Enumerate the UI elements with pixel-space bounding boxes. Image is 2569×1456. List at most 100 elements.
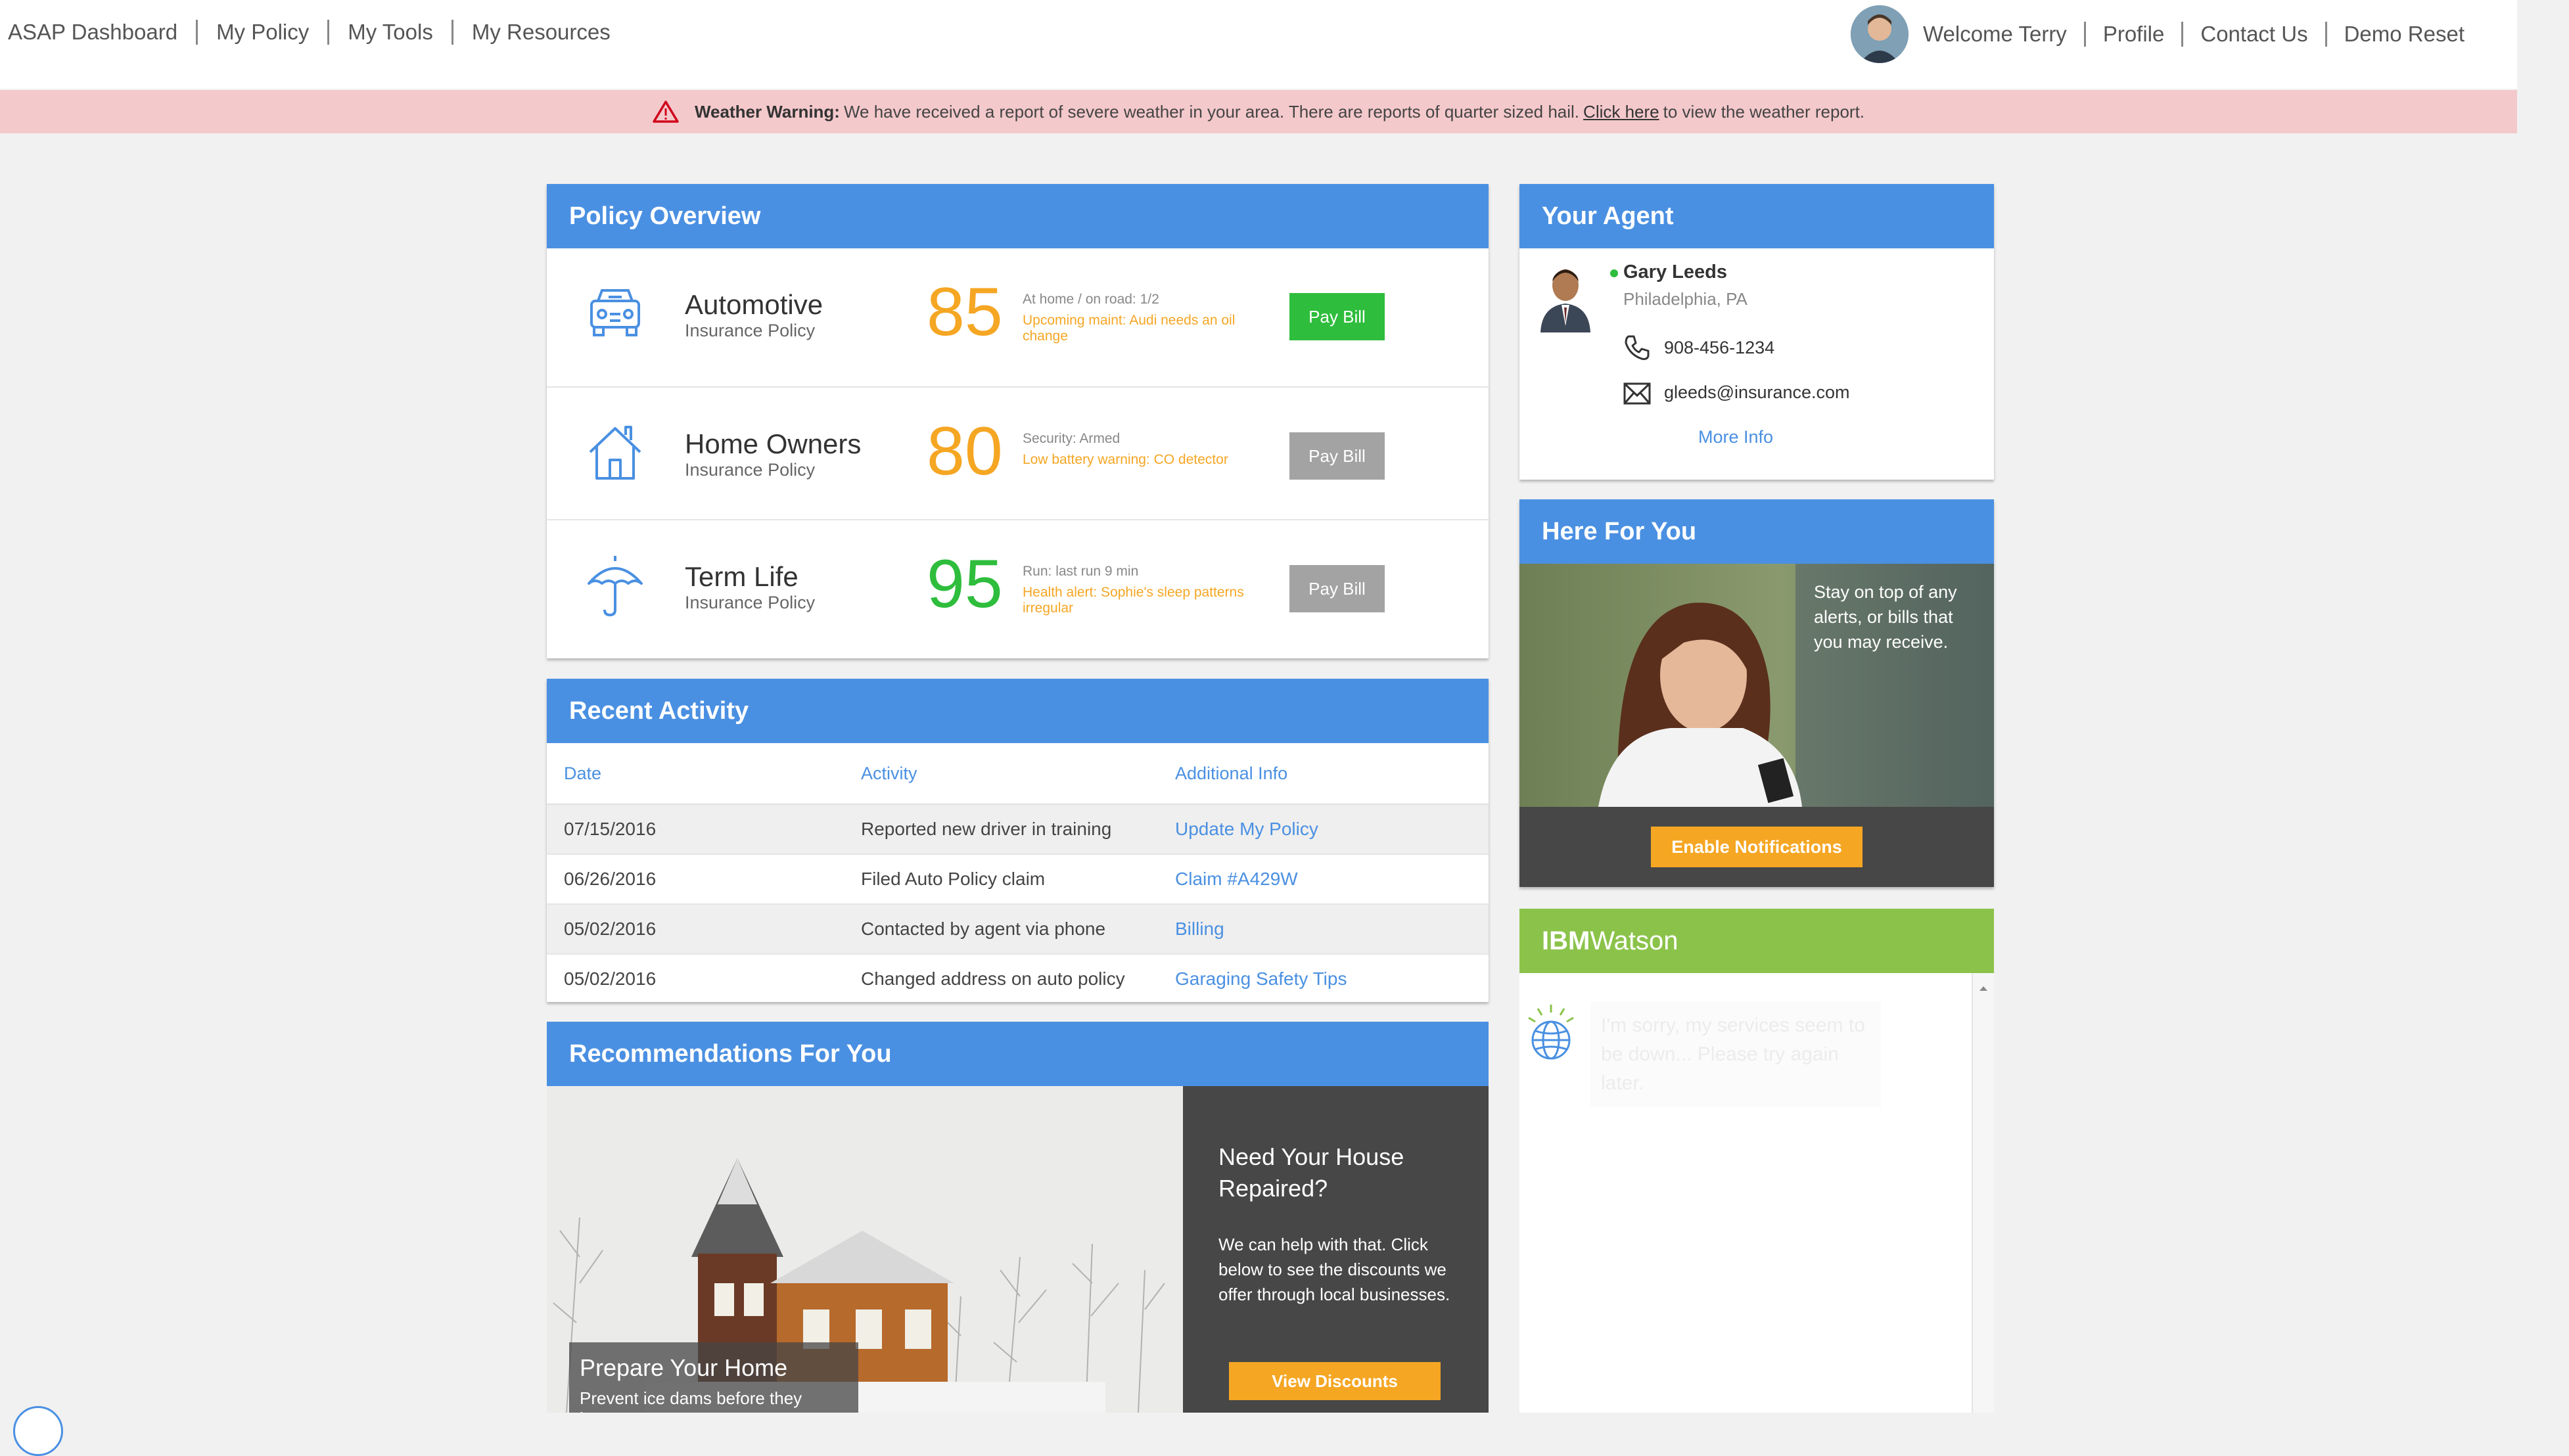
nav-asap-dashboard[interactable]: ASAP Dashboard [8, 20, 177, 45]
pay-bill-button[interactable]: Pay Bill [1289, 293, 1385, 340]
nav-divider [2325, 22, 2327, 47]
scroll-up-icon[interactable] [1979, 985, 1988, 991]
help-chat-icon[interactable] [13, 1406, 63, 1456]
policy-type: Insurance Policy [685, 460, 816, 480]
cell-activity: Reported new driver in training [861, 819, 1112, 839]
nav-my-policy[interactable]: My Policy [216, 20, 309, 45]
agent-name: Gary Leeds [1623, 262, 1727, 283]
column-activity: Activity [861, 763, 917, 783]
your-agent-card: Your Agent Gary Leeds Philadelphia, PA 9… [1519, 184, 1994, 480]
agent-email[interactable]: gleeds@insurance.com [1664, 382, 1850, 403]
policy-score: 80 [927, 413, 1003, 489]
watson-title-ibm: IBM [1542, 926, 1590, 955]
recommendation-caption: Prepare Your Home Prevent ice dams befor… [569, 1342, 858, 1413]
policy-type: Insurance Policy [685, 593, 816, 612]
agent-phone[interactable]: 908-456-1234 [1664, 338, 1774, 358]
house-icon [589, 426, 641, 480]
main-nav: ASAP Dashboard My Policy My Tools My Res… [8, 20, 611, 45]
cell-activity: Changed address on auto policy [861, 968, 1125, 989]
email-icon [1623, 382, 1651, 405]
watson-header: IBM Watson [1519, 909, 1994, 973]
policy-overview-card: Policy Overview Automotive Insurance Pol… [547, 184, 1489, 658]
warning-suffix: to view the weather report. [1663, 101, 1865, 122]
recommendations-title: Recommendations For You [547, 1022, 1489, 1086]
column-additional-info: Additional Info [1175, 763, 1288, 783]
policy-alert: Low battery warning: CO detector [1023, 452, 1228, 467]
nav-divider [2181, 22, 2184, 47]
more-info-link[interactable]: More Info [1698, 427, 1773, 447]
top-navigation: ASAP Dashboard My Policy My Tools My Res… [0, 0, 2517, 89]
nav-profile[interactable]: Profile [2103, 22, 2165, 47]
phone-icon [1625, 335, 1650, 360]
caption-subtitle: Prevent ice dams before they happen. [580, 1388, 802, 1413]
watson-logo-icon [1528, 1005, 1574, 1060]
pay-bill-button[interactable]: Pay Bill [1289, 565, 1385, 612]
column-date: Date [564, 763, 602, 783]
nav-divider [196, 20, 198, 45]
recent-activity-title: Recent Activity [547, 679, 1489, 743]
table-row: 07/15/2016 Reported new driver in traini… [547, 805, 1489, 855]
nav-contact-us[interactable]: Contact Us [2200, 22, 2307, 47]
cell-link[interactable]: Billing [1175, 919, 1224, 940]
weather-report-link[interactable]: Click here [1583, 102, 1659, 122]
chat-scrollbar[interactable] [1972, 973, 1994, 1413]
policy-row-term-life: Term Life Insurance Policy 95 Run: last … [547, 520, 1489, 657]
policy-name: Term Life [685, 561, 798, 592]
cell-link[interactable]: Claim #A429W [1175, 869, 1298, 890]
view-discounts-button[interactable]: View Discounts [1229, 1362, 1441, 1400]
agent-photo [1535, 260, 1596, 332]
cell-link[interactable]: Garaging Safety Tips [1175, 968, 1347, 990]
warning-icon [653, 101, 679, 123]
enable-notifications-button[interactable]: Enable Notifications [1651, 827, 1863, 867]
policy-status: Run: last run 9 min [1023, 564, 1139, 579]
caption-title: Prepare Your Home [580, 1354, 788, 1381]
nav-my-resources[interactable]: My Resources [472, 20, 611, 45]
recommendation-image: Prepare Your Home Prevent ice dams befor… [547, 1086, 1183, 1413]
watson-chat-area: I'm sorry, my services seem to be down..… [1519, 973, 1994, 1413]
cell-date: 06/26/2016 [564, 869, 657, 889]
recommendation-panel: Need Your House Repaired? We can help wi… [1183, 1086, 1489, 1413]
recommendation-heading: Need Your House Repaired? [1218, 1143, 1404, 1202]
agent-location: Philadelphia, PA [1623, 289, 1747, 309]
activity-table-body: 07/15/2016 Reported new driver in traini… [547, 805, 1489, 1003]
warning-text: We have received a report of severe weat… [843, 101, 1580, 122]
policy-list: Automotive Insurance Policy 85 At home /… [547, 248, 1489, 657]
pay-bill-button[interactable]: Pay Bill [1289, 432, 1385, 480]
policy-type: Insurance Policy [685, 321, 816, 340]
nav-divider [451, 20, 453, 45]
policy-status: Security: Armed [1023, 431, 1121, 446]
user-avatar[interactable] [1850, 5, 1909, 63]
online-status-icon [1610, 269, 1618, 277]
watson-title-watson: Watson [1590, 926, 1678, 955]
policy-alert: Upcoming maint: Audi needs an oil change [1023, 313, 1236, 344]
nav-my-tools[interactable]: My Tools [348, 20, 433, 45]
here-for-you-card: Here For You Stay on top of any alerts, … [1519, 499, 1994, 887]
umbrella-icon [588, 556, 643, 616]
policy-alert: Health alert: Sophie's sleep patterns ir… [1023, 585, 1244, 616]
here-for-you-image: Stay on top of any alerts, or bills that… [1519, 564, 1994, 807]
nav-divider [327, 20, 330, 45]
welcome-text: Welcome Terry [1922, 22, 2067, 46]
watson-chat-card: IBM Watson I'm sorry, my services seem to… [1519, 909, 1994, 1413]
policy-row-automotive: Automotive Insurance Policy 85 At home /… [547, 248, 1489, 388]
cell-link[interactable]: Update My Policy [1175, 819, 1318, 840]
nav-demo-reset[interactable]: Demo Reset [2344, 22, 2465, 47]
table-row: 05/02/2016 Contacted by agent via phone … [547, 905, 1489, 955]
policy-row-home-owners: Home Owners Insurance Policy 80 Security… [547, 388, 1489, 520]
table-row: 05/02/2016 Changed address on auto polic… [547, 955, 1489, 1003]
warning-label: Weather Warning: [694, 101, 840, 122]
policy-name: Home Owners [685, 428, 862, 459]
watson-message: I'm sorry, my services seem to be down..… [1590, 1002, 1881, 1107]
table-row: 06/26/2016 Filed Auto Policy claim Claim… [547, 855, 1489, 905]
cell-date: 07/15/2016 [564, 819, 657, 839]
here-for-you-title: Here For You [1519, 499, 1994, 564]
notification-bar: Enable Notifications [1519, 807, 1994, 887]
policy-score: 95 [927, 546, 1003, 622]
recent-activity-card: Recent Activity Date Activity Additional… [547, 679, 1489, 1002]
policy-overview-title: Policy Overview [547, 184, 1489, 248]
weather-warning-bar: Weather Warning: We have received a repo… [0, 90, 2517, 133]
recommendations-card: Recommendations For You Prepare Your Hom… [547, 1022, 1489, 1413]
your-agent-title: Your Agent [1519, 184, 1994, 248]
cell-date: 05/02/2016 [564, 968, 657, 989]
recommendation-body: We can help with that. Click below to se… [1218, 1235, 1450, 1304]
